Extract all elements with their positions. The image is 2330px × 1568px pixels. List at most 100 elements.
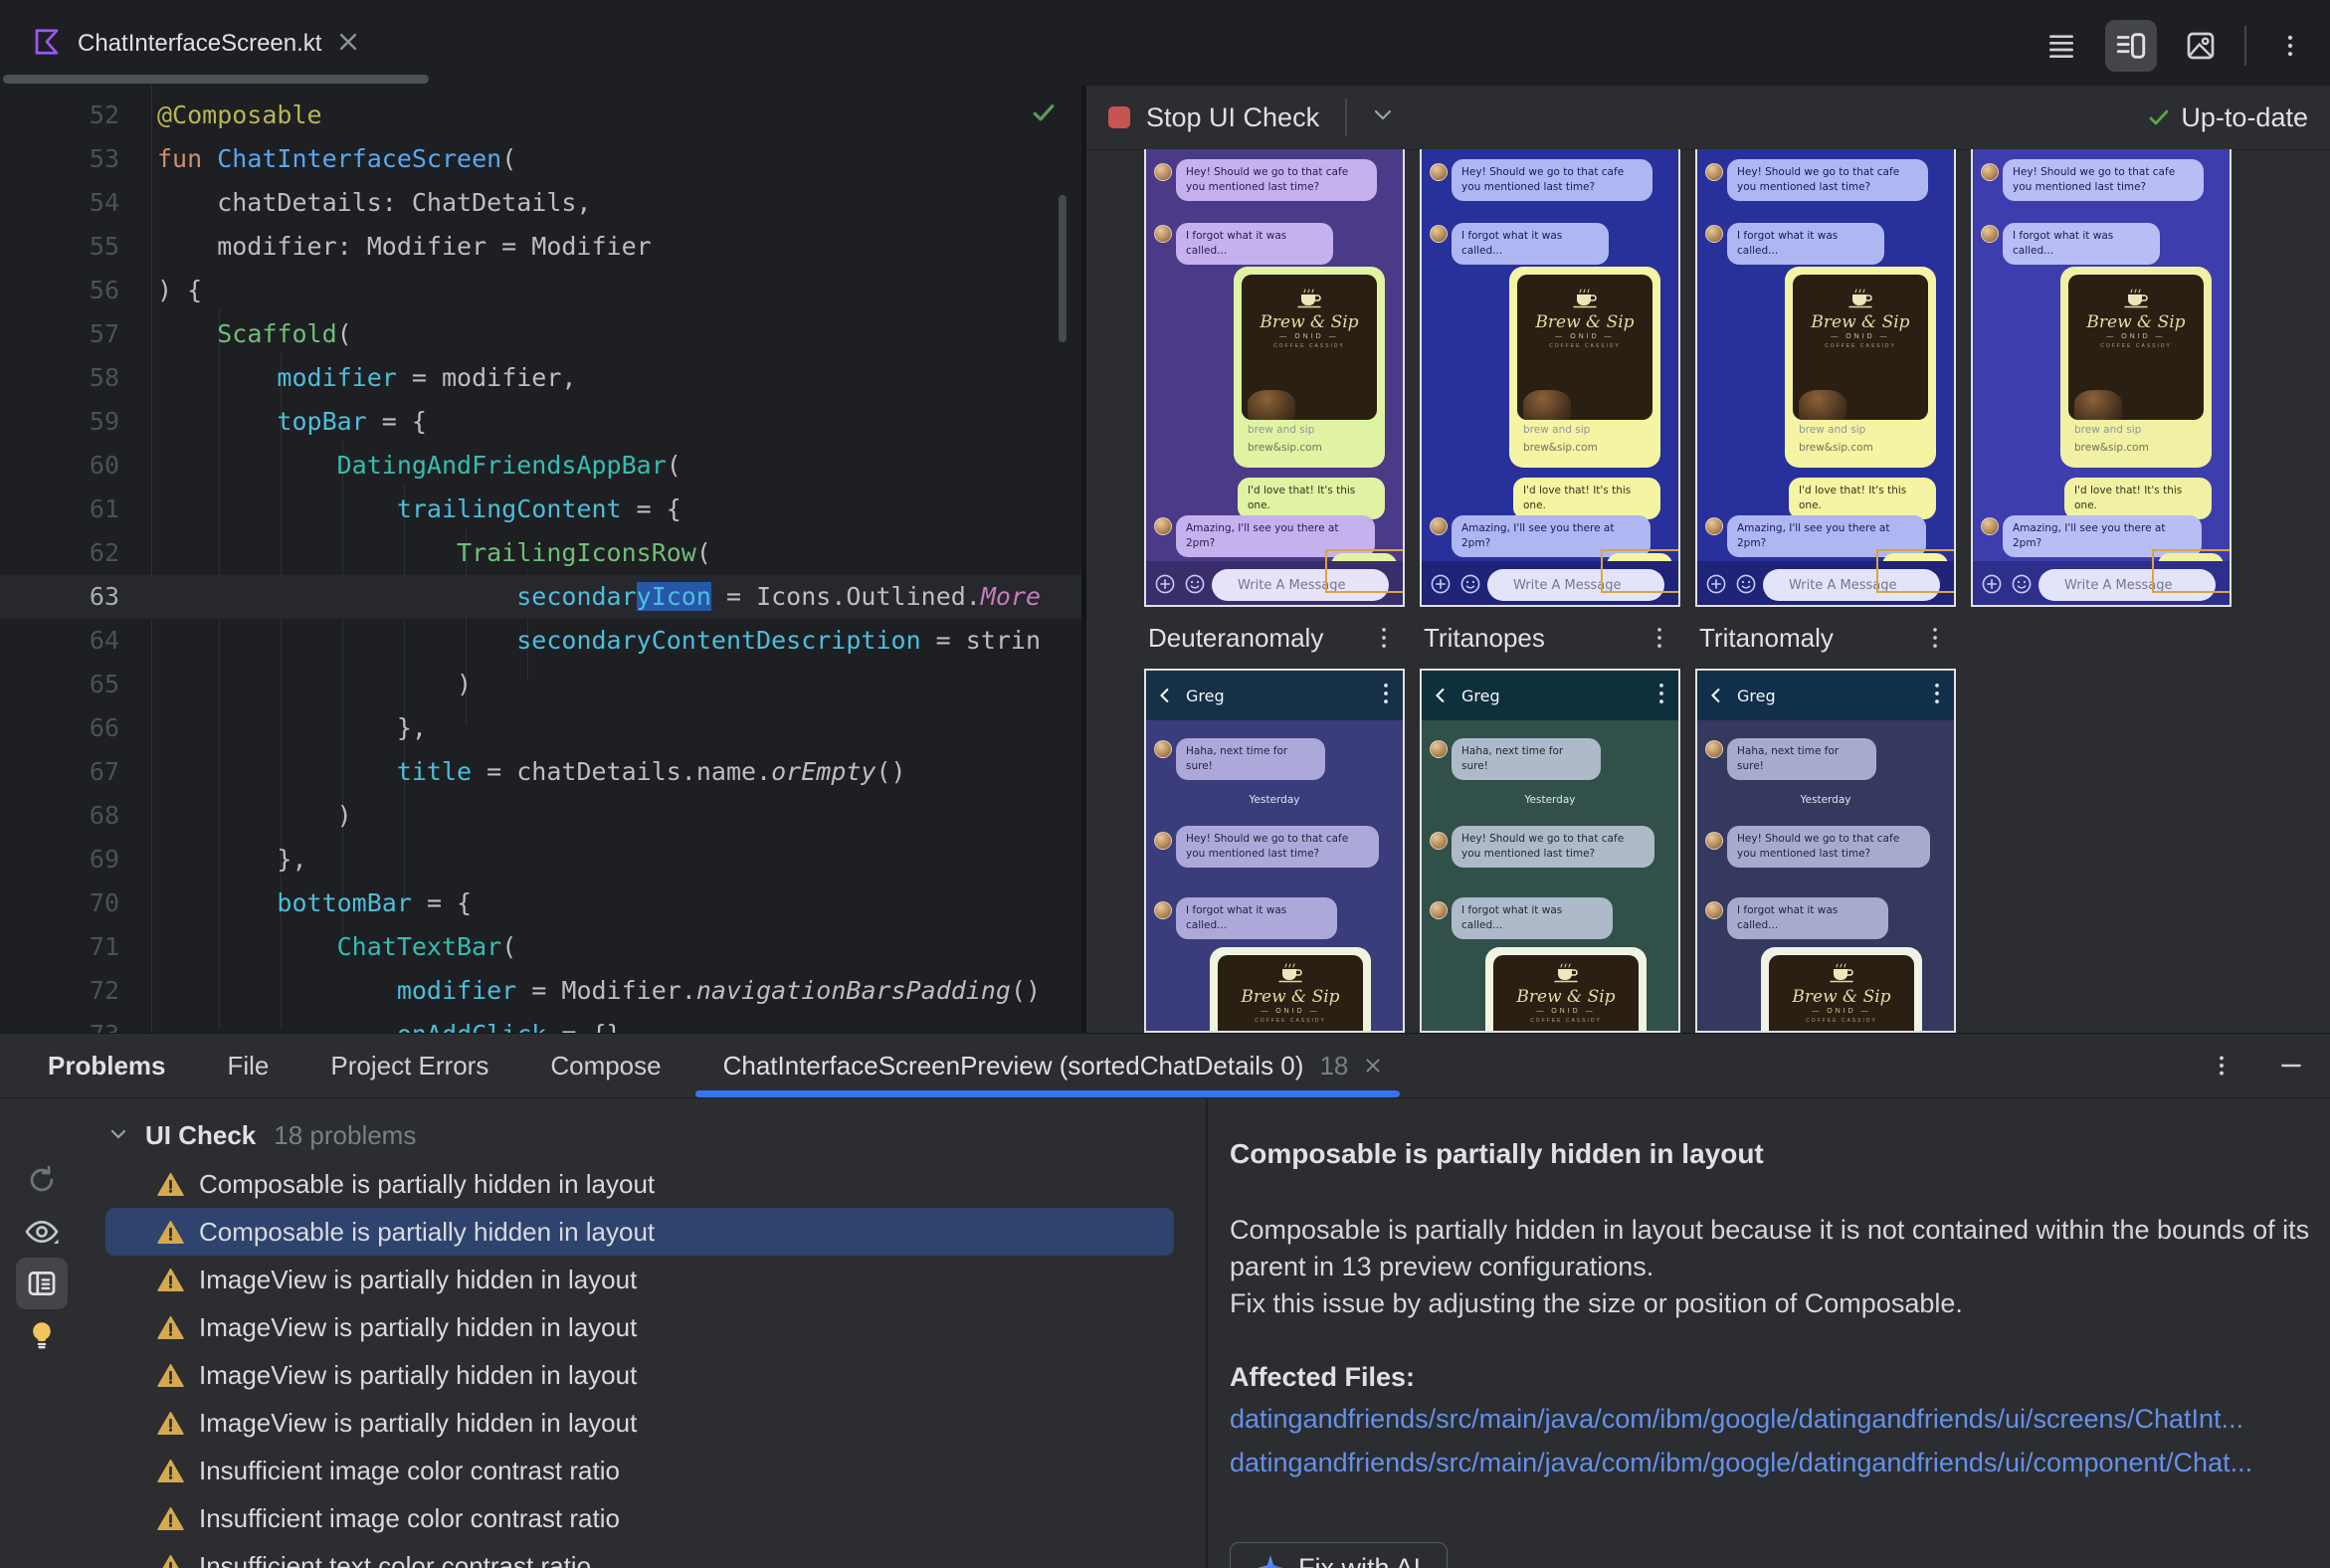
problem-item[interactable]: Insufficient text color contrast ratio xyxy=(105,1542,1174,1568)
code-line[interactable]: 57 Scaffold( xyxy=(0,312,1081,356)
code-line[interactable]: 53 fun ChatInterfaceScreen( xyxy=(0,137,1081,181)
problem-item[interactable]: Composable is partially hidden in layout xyxy=(105,1160,1174,1208)
code-line[interactable]: 65 ) xyxy=(0,663,1081,706)
fix-with-ai-button[interactable]: Fix with AI xyxy=(1230,1542,1449,1568)
card-image: Brew & Sip — ONID — COFFEE CASSIDY xyxy=(1793,275,1928,420)
code-line[interactable]: 54 chatDetails: ChatDetails, xyxy=(0,181,1081,225)
code-line[interactable]: 64 secondaryContentDescription = strin xyxy=(0,619,1081,663)
more-options-icon[interactable] xyxy=(2264,20,2316,72)
code-line[interactable]: 52 @Composable xyxy=(0,94,1081,137)
close-tab-icon[interactable] xyxy=(337,31,359,58)
code-line[interactable]: 56) { xyxy=(0,269,1081,312)
emoji-icon[interactable] xyxy=(1459,573,1481,600)
phone-preview-row2[interactable]: Greg Haha, next time for sure! Yesterday He… xyxy=(1695,669,1956,1033)
phone-preview-row1[interactable]: Hey! Should we go to that cafe you menti… xyxy=(1971,149,2232,607)
line-number: 52 xyxy=(89,100,119,129)
card-url[interactable]: brew&sip.com xyxy=(2074,442,2149,454)
avatar xyxy=(1981,225,1999,243)
code-line[interactable]: 70 bottomBar = { xyxy=(0,882,1081,925)
lightbulb-icon[interactable] xyxy=(16,1309,68,1361)
layout-panel-icon[interactable] xyxy=(16,1258,68,1309)
add-icon[interactable] xyxy=(1705,573,1727,600)
problem-item-label: Insufficient image color contrast ratio xyxy=(199,1502,620,1533)
code-line[interactable]: 59 topBar = { xyxy=(0,400,1081,444)
link-preview-card: Brew & Sip — ONID — COFFEE CASSIDY brew and… xyxy=(1509,267,1660,468)
affected-file-link[interactable]: datingandfriends/src/main/java/com/ibm/g… xyxy=(1230,1401,2318,1437)
phone-preview-row1[interactable]: Hey! Should we go to that cafe you menti… xyxy=(1695,149,1956,607)
problem-item[interactable]: ImageView is partially hidden in layout xyxy=(105,1351,1174,1399)
phone-preview-row2[interactable]: Greg Haha, next time for sure! Yesterday He… xyxy=(1144,669,1405,1033)
panel-title: Problems xyxy=(48,1050,166,1080)
tab-ui-check-active[interactable]: ChatInterfaceScreenPreview (sortedChatDe… xyxy=(694,1034,1401,1097)
tab-compose[interactable]: Compose xyxy=(550,1051,661,1081)
problem-item[interactable]: ImageView is partially hidden in layout xyxy=(105,1256,1174,1303)
file-tab[interactable]: ChatInterfaceScreen.kt xyxy=(18,18,373,70)
tab-project-errors[interactable]: Project Errors xyxy=(330,1051,488,1081)
phone-preview-row2[interactable]: Greg Haha, next time for sure! Yesterday He… xyxy=(1420,669,1680,1033)
kebab-menu-icon[interactable] xyxy=(1645,615,1674,661)
tab-file[interactable]: File xyxy=(228,1051,270,1081)
problems-group-header[interactable]: UI Check 18 problems xyxy=(109,1112,416,1158)
ui-check-highlight xyxy=(1601,549,1678,593)
code-line[interactable]: 61 trailingContent = { xyxy=(0,488,1081,531)
emoji-icon[interactable] xyxy=(2011,573,2033,600)
code-line[interactable]: 62 TrailingIconsRow( xyxy=(0,531,1081,575)
code-line[interactable]: 73 onAddClick = {} xyxy=(0,1013,1081,1033)
problem-item[interactable]: Composable is partially hidden in layout xyxy=(105,1208,1174,1256)
kebab-menu-icon[interactable] xyxy=(1920,615,1950,661)
emoji-icon[interactable] xyxy=(1735,573,1757,600)
code-line[interactable]: 60 DatingAndFriendsAppBar( xyxy=(0,444,1081,488)
refresh-icon[interactable] xyxy=(16,1154,68,1206)
card-image: Brew & Sip — ONID — COFFEE CASSIDY xyxy=(1242,275,1377,420)
view-options-eye-icon[interactable] xyxy=(16,1206,68,1258)
problems-list[interactable]: UI Check 18 problems Composable is parti… xyxy=(70,1098,1206,1568)
phone-preview-row1[interactable]: Hey! Should we go to that cafe you menti… xyxy=(1144,149,1405,607)
kebab-menu-icon[interactable] xyxy=(2209,1053,2234,1078)
code-line[interactable]: 58 modifier = modifier, xyxy=(0,356,1081,400)
code-view-icon[interactable] xyxy=(2036,20,2087,72)
link-preview-card: Brew & Sip — ONID — COFFEE CASSIDY brew and… xyxy=(2060,267,2212,468)
affected-file-link[interactable]: datingandfriends/src/main/java/com/ibm/g… xyxy=(1230,1445,2318,1480)
add-icon[interactable] xyxy=(1981,573,2003,600)
ui-check-highlight xyxy=(2152,549,2230,593)
phone-preview-row1[interactable]: Hey! Should we go to that cafe you menti… xyxy=(1420,149,1680,607)
stop-ui-check-button[interactable]: Stop UI Check xyxy=(1146,102,1319,133)
card-url[interactable]: brew&sip.com xyxy=(1523,442,1598,454)
code-line[interactable]: 63 secondaryIcon = Icons.Outlined.More xyxy=(0,575,1081,619)
chat-bubble: I forgot what it was called... xyxy=(1176,223,1333,265)
problem-item[interactable]: ImageView is partially hidden in layout xyxy=(105,1399,1174,1447)
minimize-icon[interactable] xyxy=(2278,1053,2304,1078)
ide-window: ChatInterfaceScreen.kt 52 @Composable 53… xyxy=(0,0,2330,1568)
add-icon[interactable] xyxy=(1154,573,1176,600)
chevron-down-icon[interactable] xyxy=(1373,108,1393,126)
problem-item[interactable]: Insufficient image color contrast ratio xyxy=(105,1447,1174,1494)
problem-item[interactable]: ImageView is partially hidden in layout xyxy=(105,1303,1174,1351)
split-view-icon[interactable] xyxy=(2105,20,2157,72)
problem-item-label: Insufficient text color contrast ratio xyxy=(199,1550,592,1568)
code-line[interactable]: 72 modifier = Modifier.navigationBarsPad… xyxy=(0,969,1081,1013)
brand-logo: Brew & Sip — ONID — COFFEE CASSIDY xyxy=(2068,289,2204,349)
chat-bubble: Hey! Should we go to that cafe you menti… xyxy=(1452,826,1654,868)
code-line[interactable]: 67 title = chatDetails.name.orEmpty() xyxy=(0,750,1081,794)
line-number: 62 xyxy=(89,538,119,567)
add-icon[interactable] xyxy=(1430,573,1452,600)
emoji-icon[interactable] xyxy=(1184,573,1206,600)
card-url[interactable]: brew&sip.com xyxy=(1248,442,1322,454)
preview-label: Tritanopes xyxy=(1424,623,1545,653)
code-editor[interactable]: 52 @Composable 53 fun ChatInterfaceScreen(5… xyxy=(0,86,1081,1033)
card-url[interactable]: brew&sip.com xyxy=(1799,442,1873,454)
close-tab-icon[interactable] xyxy=(1364,1057,1382,1075)
avatar xyxy=(1154,517,1172,535)
horizontal-scrollbar[interactable] xyxy=(3,75,429,84)
problem-item[interactable]: Insufficient image color contrast ratio xyxy=(105,1494,1174,1542)
code-line[interactable]: 71 ChatTextBar( xyxy=(0,925,1081,969)
kebab-menu-icon[interactable] xyxy=(1369,615,1399,661)
editor-scrollbar[interactable] xyxy=(1059,195,1067,342)
code-line[interactable]: 55 modifier: Modifier = Modifier xyxy=(0,225,1081,269)
code-line[interactable]: 68 ) xyxy=(0,794,1081,838)
design-view-icon[interactable] xyxy=(2175,20,2227,72)
inspections-ok-icon[interactable] xyxy=(1029,98,1059,132)
code-line[interactable]: 66 }, xyxy=(0,706,1081,750)
card-image: Brew & Sip — ONID — COFFEE CASSIDY xyxy=(1517,275,1652,420)
code-line[interactable]: 69 }, xyxy=(0,838,1081,882)
